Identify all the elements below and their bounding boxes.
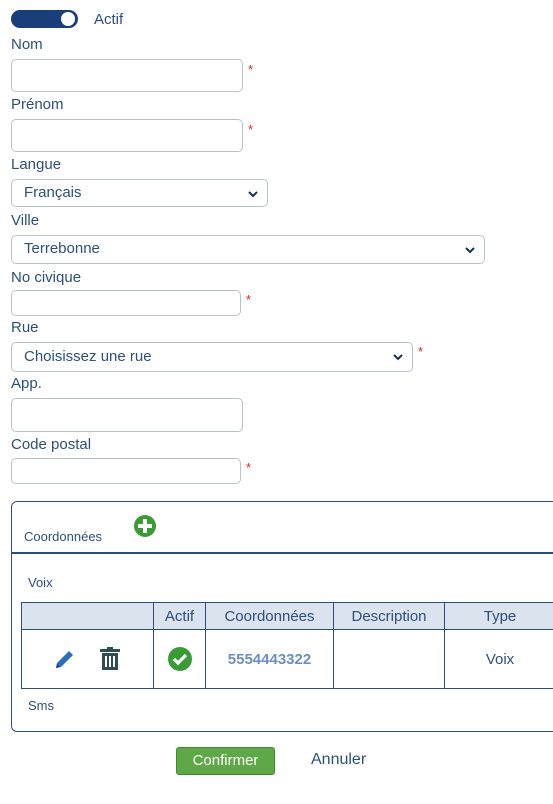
nom-required-mark: * [248,62,254,77]
coordonnees-panel: Coordonnées Voix Actif Coordonnées Descr… [11,501,553,732]
panel-divider [12,552,553,554]
cancel-link[interactable]: Annuler [311,751,366,769]
no-civique-label: No civique [11,269,82,286]
app-label: App. [11,375,42,392]
row-coordonnee-cell: 5554443322 [205,629,334,689]
sms-section-label: Sms [28,698,54,713]
rue-label: Rue [11,319,39,336]
header-actif: Actif [153,602,206,630]
app-input[interactable] [11,398,243,432]
active-toggle[interactable] [11,10,78,28]
langue-selected-value: Français [24,184,82,201]
row-actif-cell [153,629,206,689]
no-civique-input[interactable] [11,290,241,316]
confirm-button[interactable]: Confirmer [176,747,275,775]
row-type-cell: Voix [444,629,553,689]
rue-required-mark: * [418,344,424,359]
chevron-down-icon [393,354,403,361]
ville-label: Ville [11,212,40,229]
header-type: Type [444,602,553,630]
voix-section-label: Voix [28,575,53,590]
ville-select[interactable]: Terrebonne [11,235,485,264]
toggle-knob [61,12,75,26]
coordonnees-title: Coordonnées [24,529,103,544]
langue-label: Langue [11,156,62,173]
table-header-row: Actif Coordonnées Description Type [21,602,553,630]
ville-selected-value: Terrebonne [24,240,100,257]
table-row: 5554443322 Voix [21,629,553,689]
coordonnees-table: Actif Coordonnées Description Type 55544… [21,602,553,689]
phone-number: 5554443322 [227,650,312,668]
header-coordonnees: Coordonnées [205,602,334,630]
header-description: Description [333,602,445,630]
rue-select[interactable]: Choisissez une rue [11,342,413,372]
active-toggle-label: Actif [94,11,124,28]
check-circle-icon [167,647,192,671]
nom-input[interactable] [11,59,243,92]
edit-pencil-icon[interactable] [52,646,78,672]
rue-selected-value: Choisissez une rue [24,348,152,365]
add-circle-icon[interactable] [133,514,157,538]
prenom-required-mark: * [248,122,254,137]
trash-icon[interactable] [97,646,123,672]
langue-select[interactable]: Français [11,179,268,207]
chevron-down-icon [465,247,475,254]
nom-label: Nom [11,36,43,53]
code-postal-label: Code postal [11,436,92,453]
row-description-cell [333,629,445,689]
prenom-input[interactable] [11,119,243,152]
code-postal-required-mark: * [246,460,252,475]
no-civique-required-mark: * [246,292,252,307]
header-actions [21,602,154,630]
prenom-label: Prénom [11,96,64,113]
code-postal-input[interactable] [11,458,241,484]
row-actions-cell [21,629,154,689]
chevron-down-icon [248,191,258,198]
